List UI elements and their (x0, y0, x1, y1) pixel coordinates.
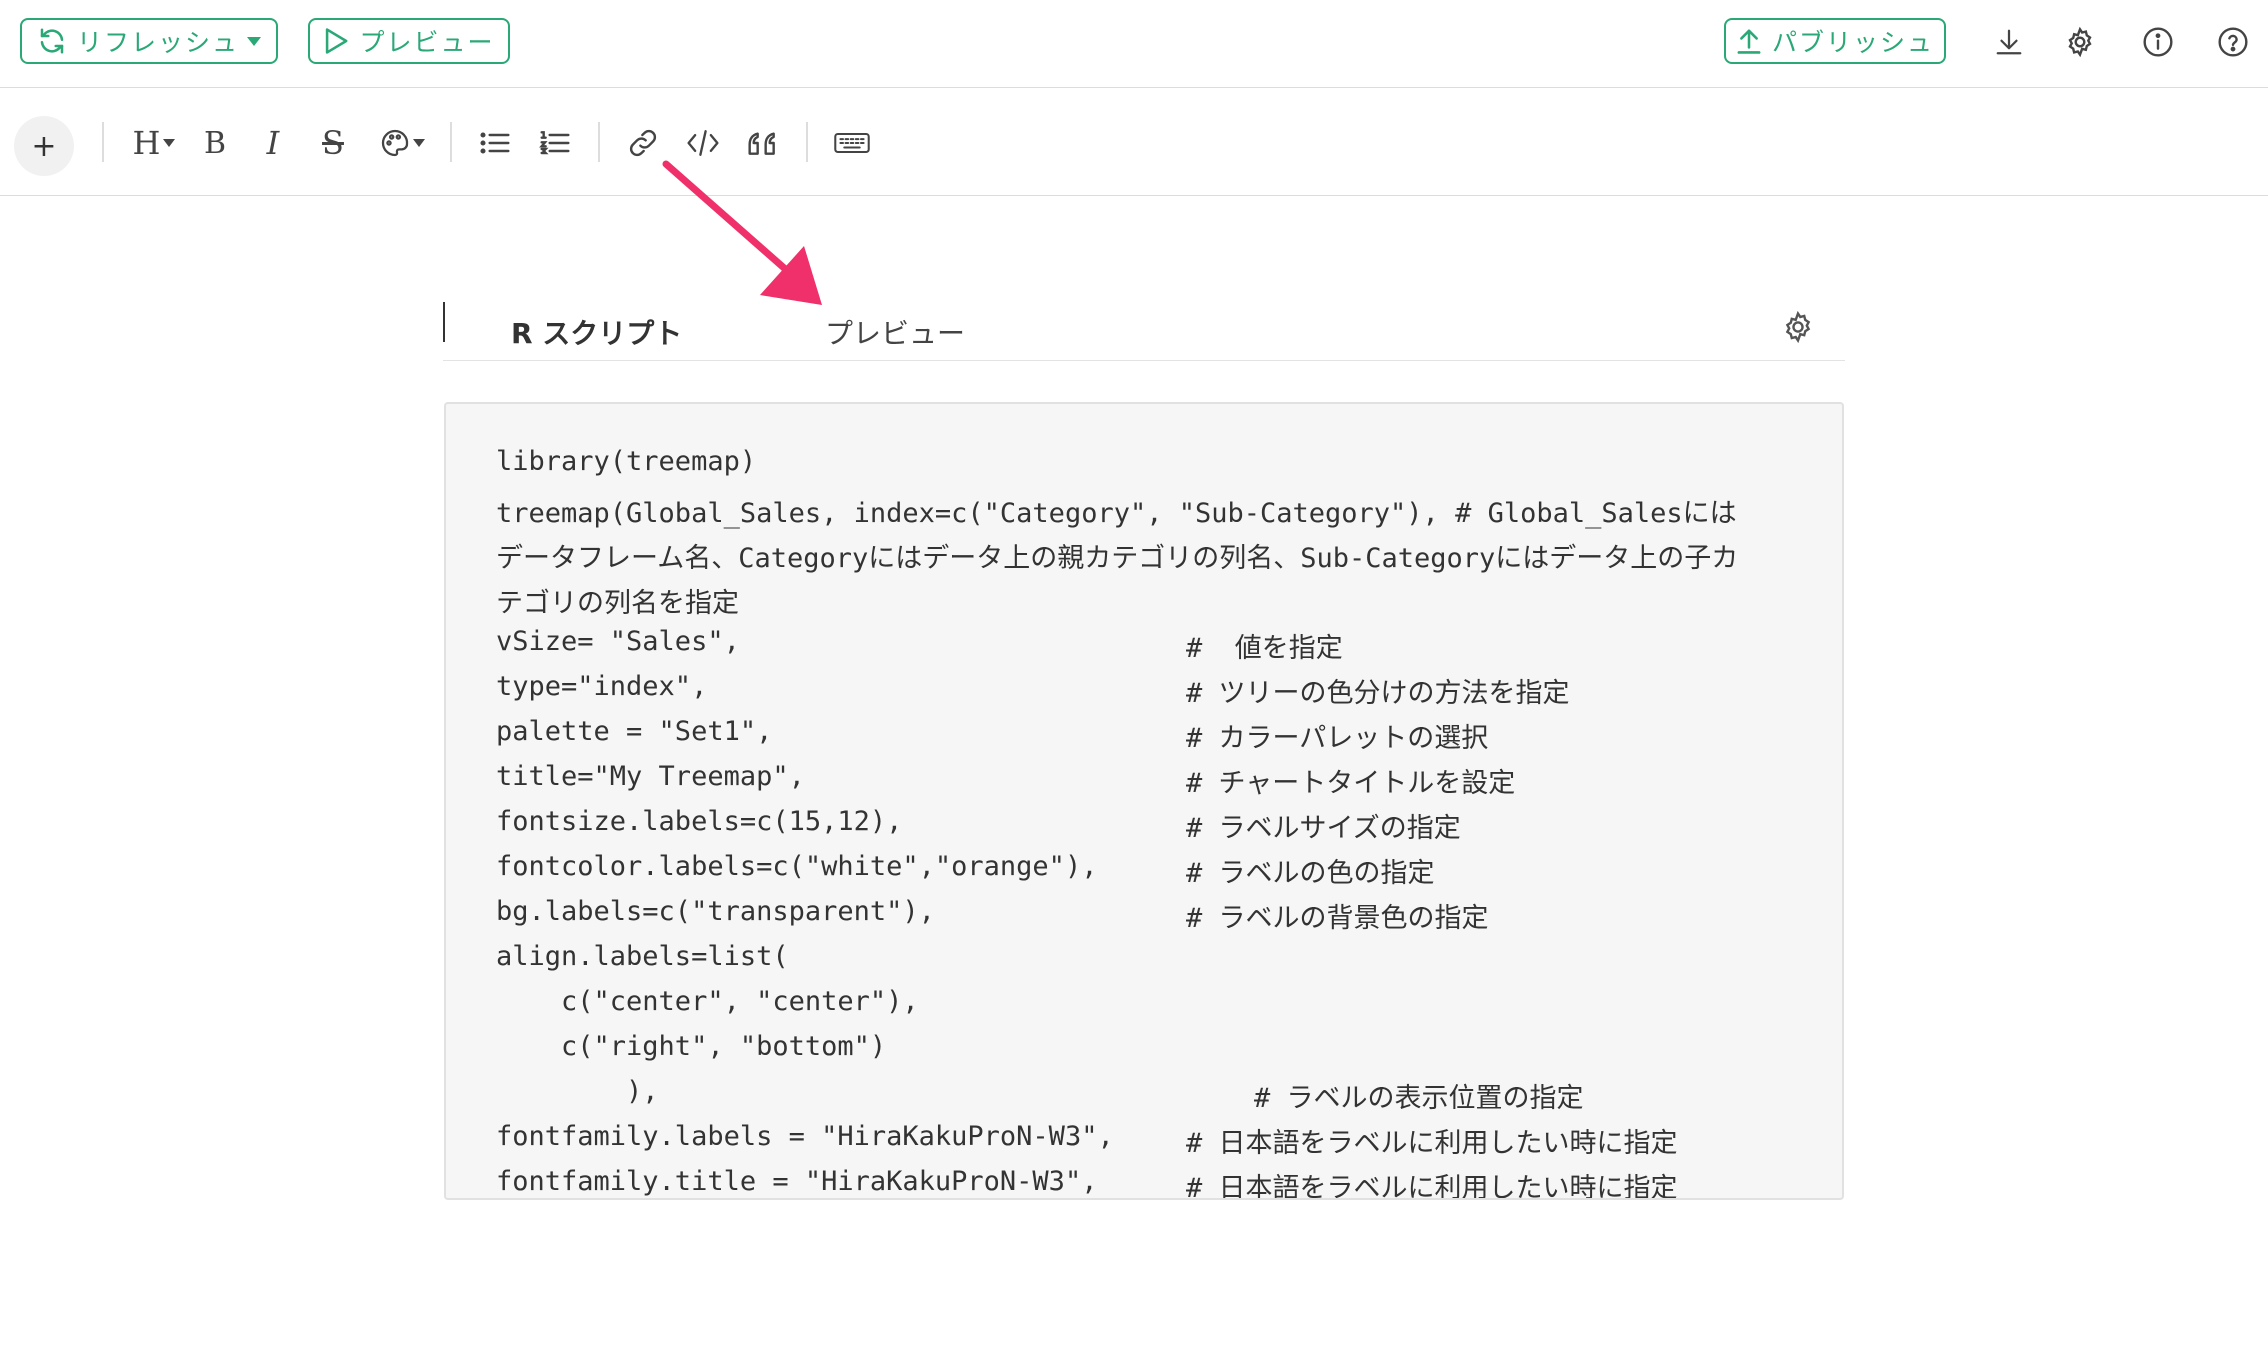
refresh-icon (40, 28, 64, 54)
chevron-down-icon (247, 36, 261, 46)
editor-toolbar: + H B I S (0, 88, 2268, 196)
numbered-list-button[interactable] (530, 118, 580, 168)
toolbar-divider (598, 122, 600, 162)
info-icon[interactable] (2138, 22, 2178, 62)
palette-icon (381, 129, 409, 157)
toolbar-divider (450, 122, 452, 162)
code-line: library(treemap) (496, 446, 757, 477)
heading-button[interactable]: H (124, 118, 184, 168)
refresh-label: リフレッシュ (76, 28, 239, 57)
code-comment: # チャートタイトルを設定 (1186, 768, 1516, 799)
help-icon[interactable] (2213, 22, 2253, 62)
text-cursor (443, 302, 445, 342)
code-comment: # 値を指定 (1186, 633, 1343, 664)
code-line: vSize= "Sales", (496, 626, 740, 657)
code-comment: # カラーパレットの選択 (1186, 723, 1489, 754)
bullet-list-button[interactable] (470, 118, 520, 168)
code-line: データフレーム名、Categoryにはデータ上の親カテゴリの列名、Sub-Cat… (496, 543, 1739, 574)
annotation-arrow-icon (662, 160, 822, 305)
code-line: treemap(Global_Sales, index=c("Category"… (496, 498, 1737, 529)
chevron-down-icon (163, 139, 176, 147)
preview-button[interactable]: プレビュー (308, 18, 510, 64)
tab-r-script[interactable]: R スクリプト (511, 312, 682, 352)
numbered-list-icon (539, 131, 570, 155)
code-line: fontcolor.labels=c("white","orange"), (496, 851, 1098, 882)
bold-icon: B (203, 125, 227, 161)
code-comment: # ラベルサイズの指定 (1186, 813, 1461, 844)
strikethrough-button[interactable]: S (308, 118, 358, 168)
color-button[interactable] (372, 118, 432, 168)
code-line: ), (496, 1076, 659, 1107)
strikethrough-icon: S (322, 124, 344, 162)
chunk-settings-gear-icon[interactable] (1781, 310, 1815, 344)
code-comment: # 日本語をラベルに利用したい時に指定 (1186, 1128, 1678, 1159)
tab-preview[interactable]: プレビュー (825, 312, 965, 352)
plus-icon: + (31, 128, 57, 164)
code-line: bg.labels=c("transparent"), (496, 896, 935, 927)
code-comment: # ツリーの色分けの方法を指定 (1186, 678, 1570, 709)
bold-button[interactable]: B (190, 118, 240, 168)
code-line: type="index", (496, 671, 708, 702)
refresh-button[interactable]: リフレッシュ (20, 18, 278, 64)
gear-icon[interactable] (2060, 22, 2100, 62)
chevron-down-icon (413, 139, 425, 147)
code-chunk-tabs: R スクリプト プレビュー (443, 300, 1845, 361)
publish-label: パブリッシュ (1771, 28, 1934, 57)
add-block-button[interactable]: + (14, 116, 74, 176)
code-line: palette = "Set1", (496, 716, 773, 747)
code-line: title="My Treemap", (496, 761, 805, 792)
top-bar: リフレッシュ プレビュー パブリッシュ (0, 0, 2268, 88)
code-line: fontsize.labels=c(15,12), (496, 806, 903, 837)
publish-button[interactable]: パブリッシュ (1724, 18, 1946, 64)
toolbar-divider (102, 122, 104, 162)
code-comment: # ラベルの背景色の指定 (1186, 903, 1489, 934)
bullet-list-icon (480, 132, 510, 154)
code-line: align.labels=list( (496, 941, 789, 972)
code-line: c("right", "bottom") (496, 1031, 887, 1062)
preview-label: プレビュー (359, 28, 495, 57)
heading-icon: H (132, 124, 161, 162)
code-comment: # 日本語をラベルに利用したい時に指定 (1186, 1173, 1678, 1200)
play-icon (326, 28, 348, 54)
italic-button[interactable]: I (248, 118, 298, 168)
italic-icon: I (266, 124, 280, 162)
code-line: fontfamily.title = "HiraKakuProN-W3", (496, 1166, 1098, 1197)
code-line: テゴリの列名を指定 (496, 588, 739, 619)
code-comment: # ラベルの色の指定 (1186, 858, 1435, 889)
upload-icon (1737, 29, 1761, 54)
code-editor[interactable]: library(treemap) treemap(Global_Sales, i… (444, 402, 1844, 1200)
download-icon[interactable] (1989, 22, 2029, 62)
code-line: c("center", "center"), (496, 986, 919, 1017)
code-comment: # ラベルの表示位置の指定 (1254, 1083, 1584, 1114)
code-line: fontfamily.labels = "HiraKakuProN-W3", (496, 1121, 1114, 1152)
